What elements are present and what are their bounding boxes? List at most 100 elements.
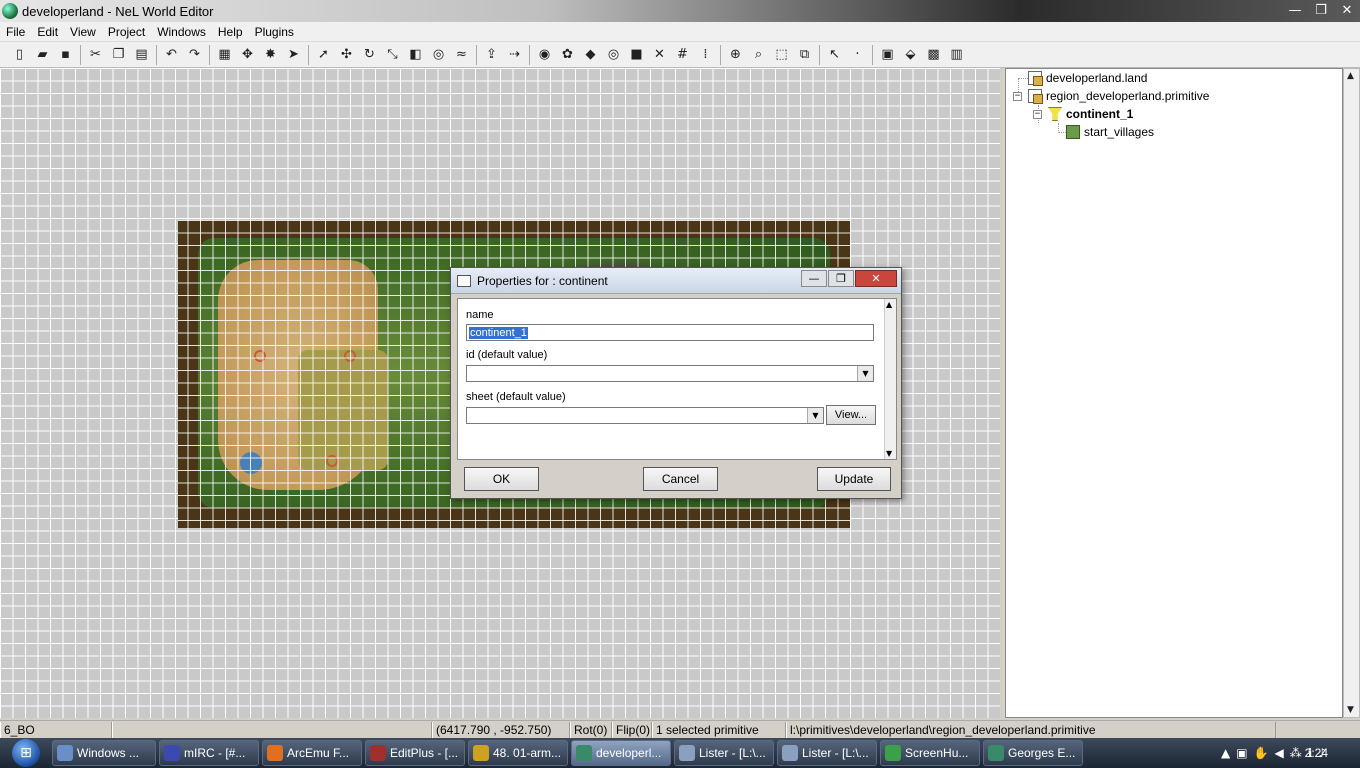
chevron-down-icon[interactable]: ▼ <box>807 408 823 423</box>
line-icon[interactable]: ➤ <box>282 44 305 66</box>
taskbar-item[interactable]: Georges E... <box>983 740 1083 766</box>
select-region-icon[interactable]: ⧉ <box>793 44 816 66</box>
name-field[interactable]: continent_1 <box>466 324 874 341</box>
dialog-maximize-button[interactable]: ❐ <box>828 270 854 287</box>
load-icon[interactable]: ⇪ <box>480 44 503 66</box>
dialog-scrollbar[interactable]: ▲ ▼ <box>884 299 896 459</box>
grid-icon[interactable]: ▦ <box>213 44 236 66</box>
clock[interactable]: 2:24 <box>1305 746 1328 760</box>
close-button[interactable]: ✕ <box>1334 0 1360 20</box>
menu-plugins[interactable]: Plugins <box>249 25 300 39</box>
maximize-button[interactable]: ❐ <box>1308 0 1334 20</box>
tree-scrollbar[interactable]: ▲ ▼ <box>1343 68 1360 718</box>
scroll-down-icon[interactable]: ▼ <box>886 449 892 458</box>
move-icon[interactable]: ✣ <box>335 44 358 66</box>
export-icon[interactable]: ⇢ <box>503 44 526 66</box>
undo-icon[interactable]: ↶ <box>160 44 183 66</box>
snap-icon[interactable]: ✥ <box>236 44 259 66</box>
open-icon[interactable]: ▰ <box>31 44 54 66</box>
tree-node-start-villages[interactable]: start_villages <box>1066 123 1154 141</box>
tray-speaker-icon[interactable]: ◀ <box>1275 746 1284 760</box>
landscape-icon[interactable]: ✸ <box>259 44 282 66</box>
bitmap-icon[interactable]: ▩ <box>922 44 945 66</box>
marker-ring[interactable] <box>344 350 356 362</box>
tray-hand-icon[interactable]: ✋ <box>1254 746 1269 760</box>
paste-icon[interactable]: ▤ <box>130 44 153 66</box>
tree-node-land[interactable]: developerland.land <box>1028 69 1147 87</box>
ok-button[interactable]: OK <box>464 467 539 491</box>
turn-icon[interactable]: ◧ <box>404 44 427 66</box>
eraser-icon[interactable]: ⬙ <box>899 44 922 66</box>
tray-network-icon[interactable]: ⁂ <box>1290 746 1302 760</box>
menu-edit[interactable]: Edit <box>31 25 64 39</box>
radius-icon[interactable]: ◎ <box>427 44 450 66</box>
id-combo[interactable]: ▼ <box>466 365 874 382</box>
tree-node-primitive[interactable]: region_developerland.primitive <box>1028 87 1209 105</box>
scroll-down-icon[interactable]: ▼ <box>1347 705 1354 715</box>
dialog-minimize-button[interactable]: — <box>801 270 827 287</box>
properties-icon[interactable]: ▣ <box>876 44 899 66</box>
taskbar-item[interactable]: EditPlus - [... <box>365 740 465 766</box>
doc-icon[interactable]: ▥ <box>945 44 968 66</box>
cancel-button[interactable]: Cancel <box>643 467 718 491</box>
scroll-up-icon[interactable]: ▲ <box>1347 71 1354 81</box>
dialog-title-bar[interactable]: Properties for : continent — ❐ ✕ <box>451 268 901 294</box>
primitive-tree[interactable]: developerland.land − region_developerlan… <box>1005 68 1343 718</box>
taskbar-item[interactable]: ScreenHu... <box>880 740 980 766</box>
cut-icon[interactable]: ✂ <box>84 44 107 66</box>
cross-icon[interactable]: ✕ <box>648 44 671 66</box>
taskbar-item[interactable]: developerl... <box>571 740 671 766</box>
grid-show-icon[interactable]: # <box>671 44 694 66</box>
marker-ring[interactable] <box>254 350 266 362</box>
globe-icon[interactable]: ◉ <box>533 44 556 66</box>
collapse-icon[interactable]: − <box>1033 110 1042 119</box>
dots-icon[interactable]: ⁞ <box>694 44 717 66</box>
taskbar-item[interactable]: 48. 01-arm... <box>468 740 568 766</box>
redo-icon[interactable]: ↷ <box>183 44 206 66</box>
taskbar-item[interactable]: Lister - [L:\... <box>674 740 774 766</box>
copy-icon[interactable]: ❐ <box>107 44 130 66</box>
window-controls: — ❐ ✕ <box>1282 0 1360 22</box>
scale-icon[interactable]: ⤡ <box>381 44 404 66</box>
status-rot: Rot(0) <box>570 721 612 738</box>
rotate-icon[interactable]: ↻ <box>358 44 381 66</box>
village-area <box>298 350 388 470</box>
point-icon[interactable]: · <box>846 44 869 66</box>
taskbar-item[interactable]: Lister - [L:\... <box>777 740 877 766</box>
menu-windows[interactable]: Windows <box>151 25 212 39</box>
zoom-world-icon[interactable]: ⊕ <box>724 44 747 66</box>
tree-node-continent[interactable]: continent_1 <box>1048 105 1133 123</box>
cursor-tool-icon[interactable]: ↖ <box>823 44 846 66</box>
sheet-combo[interactable]: ▼ <box>466 407 824 424</box>
layer-icon[interactable]: ■ <box>625 44 648 66</box>
menu-file[interactable]: File <box>0 25 31 39</box>
system-tray: ▲ ▣ ✋ ◀ ⁂ ℹ ♪ <box>1221 738 1360 768</box>
palette-icon[interactable]: ◆ <box>579 44 602 66</box>
taskbar-item[interactable]: Windows ... <box>52 740 156 766</box>
tray-drive-icon[interactable]: ▣ <box>1236 746 1247 760</box>
zoom-icon[interactable]: ⌕ <box>747 44 770 66</box>
menu-project[interactable]: Project <box>102 25 151 39</box>
scroll-up-icon[interactable]: ▲ <box>886 300 892 309</box>
collapse-icon[interactable]: − <box>1013 92 1022 101</box>
view-button[interactable]: View... <box>826 405 876 425</box>
taskbar-item[interactable]: mIRC - [#... <box>159 740 259 766</box>
fit-icon[interactable]: ⬚ <box>770 44 793 66</box>
dialog-close-button[interactable]: ✕ <box>855 270 897 287</box>
flower-icon[interactable]: ✿ <box>556 44 579 66</box>
minimize-button[interactable]: — <box>1282 0 1308 20</box>
select-icon[interactable]: ➚ <box>312 44 335 66</box>
taskbar-item[interactable]: ArcEmu F... <box>262 740 362 766</box>
start-button[interactable]: ⊞ <box>0 738 52 768</box>
update-button[interactable]: Update <box>817 467 891 491</box>
tray-arrow-icon[interactable]: ▲ <box>1221 746 1230 760</box>
menu-help[interactable]: Help <box>212 25 249 39</box>
path-icon[interactable]: ≈ <box>450 44 473 66</box>
chevron-down-icon[interactable]: ▼ <box>857 366 873 381</box>
menu-view[interactable]: View <box>64 25 102 39</box>
new-icon[interactable]: ▯ <box>8 44 31 66</box>
taskbar-item-label: ScreenHu... <box>905 746 969 760</box>
marker-ring[interactable] <box>326 455 338 467</box>
save-icon[interactable]: ▪ <box>54 44 77 66</box>
target-icon[interactable]: ◎ <box>602 44 625 66</box>
